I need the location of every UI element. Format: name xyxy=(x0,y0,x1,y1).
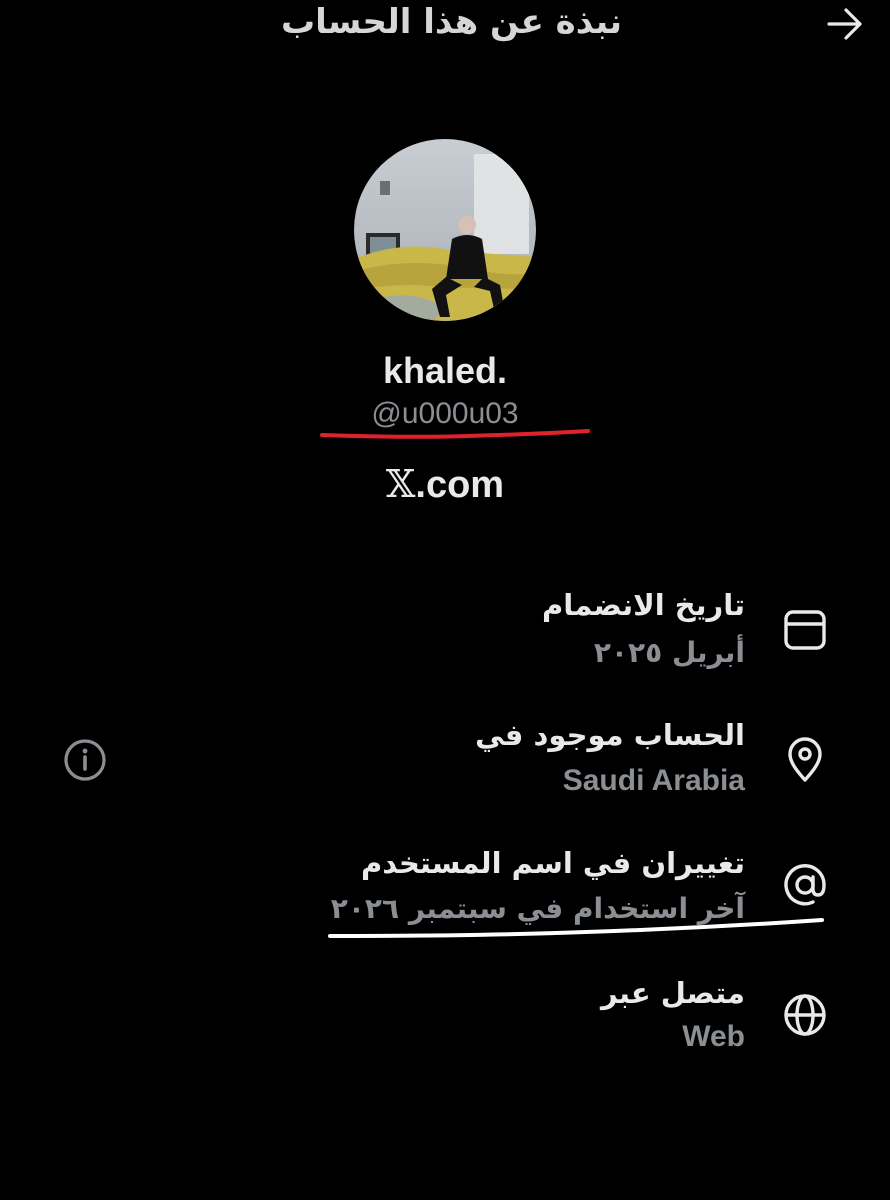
join-date-label: تاريخ الانضمام xyxy=(542,588,745,622)
at-sign-icon xyxy=(780,860,830,910)
platform-suffix: .com xyxy=(415,464,505,506)
x-logo-icon: 𝕏 xyxy=(385,462,416,506)
account-location-value: Saudi Arabia xyxy=(562,764,745,797)
location-pin-icon xyxy=(780,734,830,784)
globe-icon xyxy=(780,990,830,1040)
info-icon[interactable] xyxy=(62,737,108,783)
username-changes-label: تغييران في اسم المستخدم xyxy=(360,846,745,880)
connected-via-value: Web xyxy=(682,1020,745,1053)
page-title: نبذة عن هذا الحساب xyxy=(280,2,622,42)
avatar xyxy=(354,139,536,321)
platform-link[interactable]: 𝕏.com xyxy=(0,462,890,507)
connected-via-label: متصل عبر xyxy=(600,976,745,1010)
white-underline-annotation xyxy=(328,918,824,938)
join-date-value: أبريل ٢٠٢٥ xyxy=(593,636,745,669)
arrow-right-icon[interactable] xyxy=(826,6,866,42)
account-location-label: الحساب موجود في xyxy=(475,718,745,752)
red-underline-annotation xyxy=(320,429,590,439)
display-name: khaled. xyxy=(382,350,508,391)
calendar-icon xyxy=(780,604,830,654)
